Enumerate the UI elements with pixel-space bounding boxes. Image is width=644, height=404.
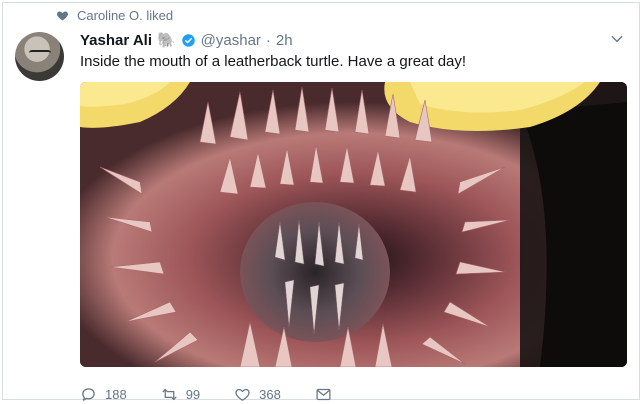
- heart-icon: [57, 10, 68, 20]
- tweet-actions: 188 99 368: [80, 384, 366, 404]
- avatar[interactable]: [15, 32, 64, 81]
- envelope-icon: [316, 388, 331, 400]
- retweet-icon: [162, 388, 177, 400]
- tweet-header: Yashar Ali 🐘 @yashar · 2h: [80, 29, 293, 51]
- social-context-text[interactable]: Caroline O. liked: [77, 8, 173, 23]
- like-count: 368: [259, 386, 281, 402]
- tweet-media-photo[interactable]: [80, 82, 627, 367]
- verified-badge-icon: [181, 33, 195, 47]
- separator-dot: ·: [265, 31, 271, 49]
- direct-message-button[interactable]: [315, 386, 332, 403]
- reply-icon: [82, 387, 95, 401]
- heart-icon: [235, 388, 250, 401]
- turtle-mouth-image: [80, 82, 627, 367]
- retweet-button[interactable]: 99: [161, 386, 200, 403]
- social-context: Caroline O. liked: [56, 6, 173, 24]
- elephant-emoji: 🐘: [156, 32, 176, 49]
- handle[interactable]: @yashar: [201, 32, 261, 49]
- like-button[interactable]: 368: [234, 386, 281, 403]
- chevron-down-icon[interactable]: [610, 32, 624, 46]
- tweet-text: Inside the mouth of a leatherback turtle…: [80, 53, 467, 70]
- reply-button[interactable]: 188: [80, 386, 127, 403]
- reply-count: 188: [105, 386, 127, 402]
- avatar-glasses: [29, 50, 51, 58]
- display-name[interactable]: Yashar Ali: [80, 32, 152, 49]
- timestamp[interactable]: 2h: [276, 32, 293, 49]
- retweet-count: 99: [185, 386, 201, 402]
